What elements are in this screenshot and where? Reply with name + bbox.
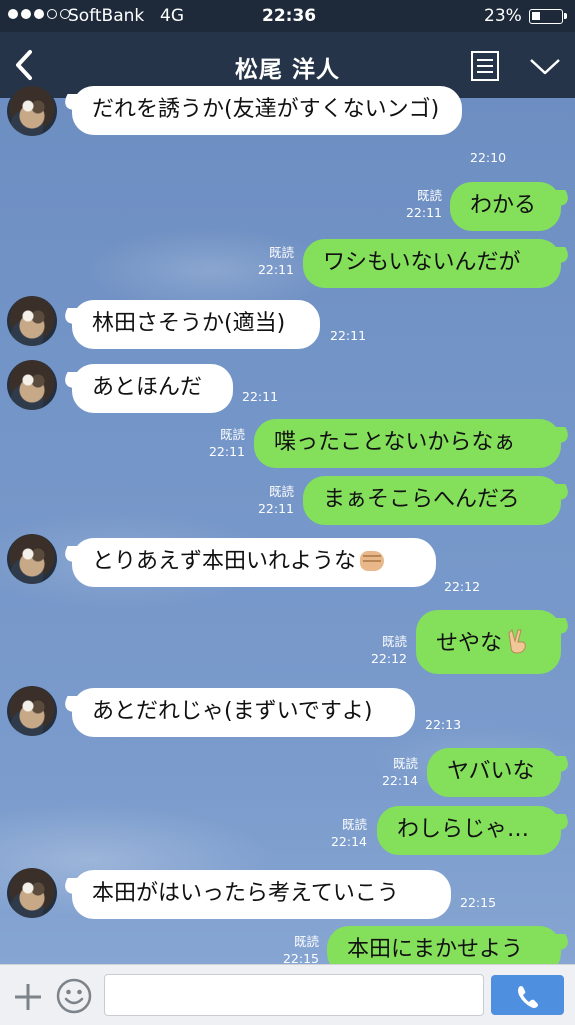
message-bubble-outgoing[interactable]: わしらじゃ… xyxy=(377,806,561,855)
avatar[interactable] xyxy=(7,86,57,136)
fist-emoji-icon xyxy=(360,551,385,571)
peace-emoji-icon xyxy=(506,628,530,654)
message-bubble-incoming[interactable]: 本田がはいったら考えていこう xyxy=(72,870,451,919)
read-receipt: 既読 xyxy=(381,634,407,649)
message-time: 22:11 xyxy=(257,501,294,516)
read-receipt: 既読 xyxy=(268,245,294,260)
phone-icon[interactable] xyxy=(491,975,564,1015)
message-bubble-outgoing[interactable]: まぁそこらへんだろ xyxy=(303,476,561,525)
status-bar: SoftBank 4G 22:36 23% xyxy=(0,0,575,32)
message-text: せやな xyxy=(436,631,503,656)
message-bubble-outgoing[interactable]: せやな xyxy=(416,610,561,674)
message-bubble-outgoing[interactable]: ワシもいないんだが xyxy=(303,239,561,288)
battery-icon xyxy=(529,9,567,24)
message-time: 22:12 xyxy=(370,651,407,666)
plus-icon[interactable] xyxy=(12,981,44,1013)
message-time: 22:10 xyxy=(470,150,507,165)
message-bubble-outgoing[interactable]: 喋ったことないからなぁ xyxy=(254,419,561,468)
network-type: 4G xyxy=(160,6,184,26)
read-receipt: 既読 xyxy=(392,756,418,771)
message-time: 22:12 xyxy=(444,579,481,594)
message-bubble-incoming[interactable]: あとほんだ xyxy=(72,364,233,413)
message-input[interactable] xyxy=(104,974,484,1016)
signal-strength-icon xyxy=(8,9,70,19)
message-time: 22:11 xyxy=(405,205,442,220)
message-input-bar xyxy=(0,964,575,1025)
battery-percent: 23% xyxy=(484,6,522,26)
message-text: とりあえず本田いれような xyxy=(92,549,357,574)
avatar[interactable] xyxy=(7,868,57,918)
message-bubble-incoming[interactable]: 林田さそうか(適当) xyxy=(72,300,320,349)
chevron-down-icon[interactable] xyxy=(527,52,563,80)
message-bubble-incoming[interactable]: だれを誘うか(友達がすくないンゴ) xyxy=(72,86,462,135)
message-time: 22:14 xyxy=(330,834,367,849)
message-time: 22:11 xyxy=(330,328,367,343)
clock: 22:36 xyxy=(262,6,317,26)
message-bubble-outgoing[interactable]: わかる xyxy=(450,182,561,231)
avatar[interactable] xyxy=(7,686,57,736)
message-time: 22:11 xyxy=(257,262,294,277)
message-time: 22:11 xyxy=(242,389,279,404)
message-time: 22:14 xyxy=(381,773,418,788)
message-bubble-incoming[interactable]: あとだれじゃ(まずいですよ) xyxy=(72,688,415,737)
read-receipt: 既読 xyxy=(293,934,319,949)
message-time: 22:11 xyxy=(208,444,245,459)
message-time: 22:15 xyxy=(460,895,497,910)
read-receipt: 既読 xyxy=(268,484,294,499)
smiley-icon[interactable] xyxy=(56,978,92,1014)
avatar[interactable] xyxy=(7,534,57,584)
avatar[interactable] xyxy=(7,296,57,346)
message-time: 22:13 xyxy=(425,717,462,732)
read-receipt: 既読 xyxy=(416,188,442,203)
read-receipt: 既読 xyxy=(219,427,245,442)
read-receipt: 既読 xyxy=(341,817,367,832)
message-bubble-incoming[interactable]: とりあえず本田いれような xyxy=(72,538,436,587)
avatar[interactable] xyxy=(7,360,57,410)
carrier-name: SoftBank xyxy=(68,6,145,26)
message-bubble-outgoing[interactable]: ヤバいな xyxy=(427,748,561,797)
notes-icon[interactable] xyxy=(470,50,500,82)
